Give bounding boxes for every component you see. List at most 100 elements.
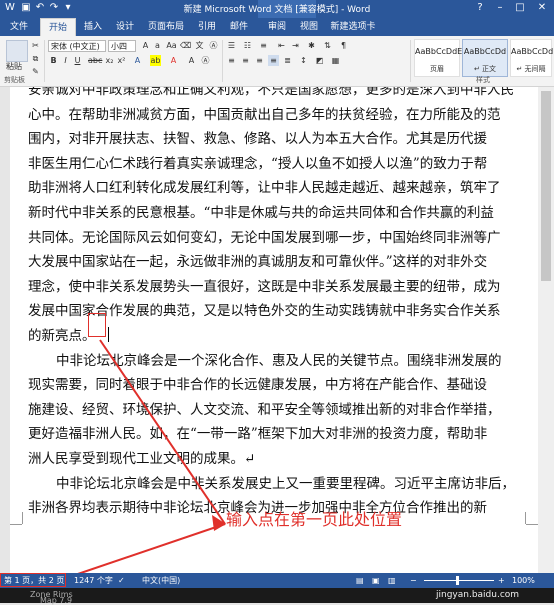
crop-mark xyxy=(526,524,538,525)
crop-mark xyxy=(22,512,23,524)
style-normal[interactable]: AaBbCcDd ↵ 正文 xyxy=(462,39,508,77)
font-color-icon[interactable]: A xyxy=(168,55,179,66)
paragraph-2[interactable]: 中非论坛北京峰会是一个深化合作、惠及人民的关键节点。围绕非洲发展的 现实需要，同… xyxy=(28,349,528,472)
distributed-icon[interactable]: ≣ xyxy=(282,55,293,66)
paste-icon[interactable] xyxy=(6,40,28,62)
shading-icon[interactable]: ◩ xyxy=(314,55,325,66)
restore-button[interactable]: □ xyxy=(510,1,530,15)
increase-indent-icon[interactable]: ⇥ xyxy=(290,40,301,51)
word-count[interactable]: 1247 个字 xyxy=(74,574,113,587)
bold-icon[interactable]: B xyxy=(48,55,59,66)
numbering-icon[interactable]: ☷ xyxy=(242,40,253,51)
enclose-char-icon[interactable]: Ⓐ xyxy=(208,40,219,51)
subscript-icon[interactable]: x₂ xyxy=(104,55,115,66)
style-preview: AaBbCcDd xyxy=(511,47,554,56)
strikethrough-icon[interactable]: abc xyxy=(88,55,102,66)
tab-insert[interactable]: 插入 xyxy=(78,18,108,36)
char-border-icon[interactable]: Ⓐ xyxy=(200,55,211,66)
web-layout-icon[interactable]: ▥ xyxy=(388,574,396,587)
align-left-icon[interactable]: ≡ xyxy=(226,55,237,66)
watermark: jingyan.baidu.com xyxy=(436,590,520,600)
multilevel-list-icon[interactable]: ≡ xyxy=(258,40,269,51)
change-case-icon[interactable]: Aa xyxy=(166,40,177,51)
document-body[interactable]: 安亲诚对中非政策理念和正确义利观，不只是国家愿想，更多的是深入到中非人民 心中。… xyxy=(28,87,528,521)
format-painter-icon[interactable]: ✎ xyxy=(30,66,41,77)
grow-font-icon[interactable]: A xyxy=(140,40,151,51)
zoom-slider[interactable] xyxy=(424,580,494,581)
decrease-indent-icon[interactable]: ⇤ xyxy=(276,40,287,51)
font-size-combo[interactable]: 小四 xyxy=(108,40,136,52)
text-line: 心中。在帮助非洲减贫方面，中国贡献出自己多年的扶贫经验，在力所能及的范 xyxy=(28,106,501,123)
text-line: 更好造福非洲人民。如，在“一带一路”框架下加大对非洲的投资力度，帮助非 xyxy=(28,426,488,443)
style-preview: AaBbCcDd xyxy=(463,47,507,56)
tab-review[interactable]: 审阅 xyxy=(262,18,292,36)
sort-icon[interactable]: ⇅ xyxy=(322,40,333,51)
justify-icon[interactable]: ≡ xyxy=(268,55,279,66)
document-area[interactable]: 安亲诚对中非政策理念和正确义利观，不只是国家愿想，更多的是深入到中非人民 心中。… xyxy=(0,87,554,573)
proofing-icon[interactable]: ✓ xyxy=(118,574,125,587)
caret-highlight-box xyxy=(88,313,106,337)
annotation-label: 输入点在第一页此处位置 xyxy=(226,510,403,529)
line-spacing-icon[interactable]: ↕ xyxy=(298,55,309,66)
clear-format-icon[interactable]: ⌫ xyxy=(180,40,191,51)
font-name-combo[interactable]: 宋体 (中文正) xyxy=(48,40,106,52)
close-button[interactable]: ✕ xyxy=(532,1,552,15)
tab-page-layout[interactable]: 页面布局 xyxy=(142,18,190,36)
bullets-icon[interactable]: ☰ xyxy=(226,40,237,51)
phonetic-guide-icon[interactable]: 文 xyxy=(194,40,205,51)
vertical-scrollbar[interactable] xyxy=(538,87,554,573)
text-line: 大发展中国家站在一起，永远做非洲的真诚朋友和可靠伙伴。”这样的对非外交 xyxy=(28,254,488,271)
shrink-font-icon[interactable]: a xyxy=(152,40,163,51)
tab-home[interactable]: 开始 xyxy=(40,18,76,36)
taskbar-item[interactable]: Map 7.9 xyxy=(40,596,72,605)
ribbon-separator xyxy=(222,40,223,82)
copy-icon[interactable]: ⧉ xyxy=(30,53,41,64)
zoom-slider-thumb[interactable] xyxy=(456,576,459,585)
tab-view[interactable]: 视图 xyxy=(294,18,324,36)
paste-button-label[interactable]: 粘贴 xyxy=(6,61,22,72)
superscript-icon[interactable]: x² xyxy=(116,55,127,66)
read-mode-icon[interactable]: ▤ xyxy=(356,574,364,587)
show-marks-icon[interactable]: ¶ xyxy=(338,40,349,51)
scrollbar-thumb[interactable] xyxy=(541,91,551,281)
text-line: 安亲诚对中非政策理念和正确义利观，不只是国家愿想，更多的是深入到中非人民 xyxy=(28,87,514,98)
zoom-level[interactable]: 100% xyxy=(512,574,535,587)
italic-icon[interactable]: I xyxy=(60,55,71,66)
file-tab[interactable]: 文件 xyxy=(0,18,38,36)
style-name: 页眉 xyxy=(430,65,444,73)
highlight-icon[interactable]: ab xyxy=(150,55,161,66)
char-shading-icon[interactable]: A xyxy=(186,55,197,66)
align-center-icon[interactable]: ≡ xyxy=(240,55,251,66)
title-bar: W ▣ ↶ ↷ ▾ 新建 Microsoft Word 文档 [兼容模式] - … xyxy=(0,0,554,18)
tab-mailings[interactable]: 邮件 xyxy=(224,18,254,36)
print-layout-icon[interactable]: ▣ xyxy=(372,574,380,587)
zoom-out-icon[interactable]: − xyxy=(410,574,417,587)
page[interactable]: 安亲诚对中非政策理念和正确义利观，不只是国家愿想，更多的是深入到中非人民 心中。… xyxy=(10,87,538,573)
style-header[interactable]: AaBbCcDdE 页眉 xyxy=(414,39,462,77)
paragraph-1[interactable]: 安亲诚对中非政策理念和正确义利观，不只是国家愿想，更多的是深入到中非人民 心中。… xyxy=(28,87,528,349)
minimize-button[interactable]: – xyxy=(490,1,510,15)
tab-references[interactable]: 引用 xyxy=(192,18,222,36)
text-line: 共同体。无论国际风云如何变幻，无论中国发展到哪一步，中国始终同非洲等广 xyxy=(28,229,501,246)
tab-new-tab[interactable]: 新建选项卡 xyxy=(328,18,378,36)
underline-icon[interactable]: U xyxy=(72,55,83,66)
text-effects-icon[interactable]: A xyxy=(132,55,143,66)
text-line: 的新亮点。 xyxy=(28,327,96,344)
text-line: 中非论坛北京峰会是中非关系发展史上又一重要里程碑。习近平主席访非后， xyxy=(56,475,515,492)
clipboard-group-label: 剪贴板 xyxy=(4,76,25,84)
borders-icon[interactable]: ▦ xyxy=(330,55,341,66)
help-button[interactable]: ? xyxy=(470,1,490,15)
tab-design[interactable]: 设计 xyxy=(110,18,140,36)
align-right-icon[interactable]: ≡ xyxy=(254,55,265,66)
text-line: 施建设、经贸、环境保护、人文交流、和平安全等领域推出新的对非合作举措， xyxy=(28,401,501,418)
text-line: 现实需要，同时着眼于中非合作的长远健康发展，中方将在产能合作、基础设 xyxy=(28,377,487,394)
text-line: 新时代中非关系的民意根基。“中非是休戚与共的命运共同体和合作共赢的利益 xyxy=(28,204,494,221)
chinese-layout-icon[interactable]: ✱ xyxy=(306,40,317,51)
cut-icon[interactable]: ✂ xyxy=(30,40,41,51)
text-line: 助非洲将人口红利转化成发展红利等，让中非人民越走越近、越来越亲，筑牢了 xyxy=(28,180,501,197)
ribbon-separator xyxy=(410,40,411,82)
language-indicator[interactable]: 中文(中国) xyxy=(142,574,180,587)
style-name: ↵ 无间隔 xyxy=(516,65,546,73)
style-no-spacing[interactable]: AaBbCcDd ↵ 无间隔 xyxy=(510,39,554,77)
zoom-in-icon[interactable]: + xyxy=(498,574,505,587)
